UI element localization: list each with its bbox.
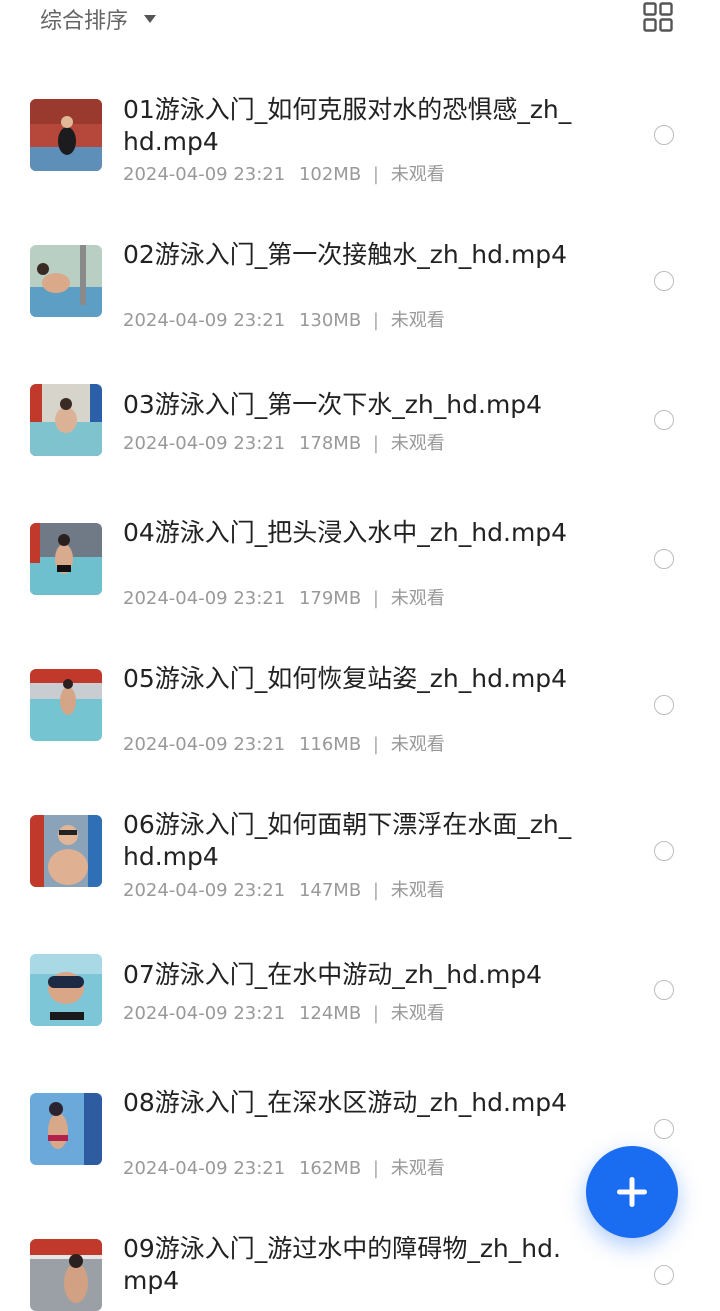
video-thumbnail: [30, 669, 102, 741]
file-title: 07游泳入门_在水中游动_zh_hd.mp4: [123, 960, 543, 989]
select-radio[interactable]: [654, 549, 674, 569]
video-thumbnail: [30, 99, 102, 171]
watch-status: 未观看: [390, 880, 445, 901]
file-size: 179MB: [298, 588, 362, 609]
separator: |: [372, 433, 379, 454]
file-size: 102MB: [298, 164, 362, 185]
file-title: 09游泳入门_游过水中的障碍物_zh_hd.mp4: [123, 1234, 561, 1295]
select-radio[interactable]: [654, 125, 674, 145]
video-thumbnail: [30, 1239, 102, 1311]
file-size: 147MB: [298, 880, 362, 901]
video-thumbnail: [30, 954, 102, 1026]
select-radio[interactable]: [654, 841, 674, 861]
video-thumbnail: [30, 1093, 102, 1165]
sort-dropdown[interactable]: 综合排序: [40, 3, 157, 35]
select-radio[interactable]: [654, 1265, 674, 1285]
file-date: 2024-04-09 23:21: [123, 1158, 286, 1179]
select-radio[interactable]: [654, 1119, 674, 1139]
select-radio[interactable]: [654, 695, 674, 715]
video-thumbnail: [30, 384, 102, 456]
file-meta: 2024-04-09 23:21 130MB | 未观看: [123, 306, 445, 332]
file-meta: 2024-04-09 23:21 102MB | 未观看: [123, 160, 445, 186]
separator: |: [372, 164, 379, 185]
separator: |: [372, 588, 379, 609]
separator: |: [372, 1158, 379, 1179]
file-meta: 2024-04-09 23:21 179MB | 未观看: [123, 584, 445, 610]
file-date: 2024-04-09 23:21: [123, 433, 286, 454]
file-meta: 2024-04-09 23:21 162MB | 未观看: [123, 1154, 445, 1180]
file-date: 2024-04-09 23:21: [123, 880, 286, 901]
file-title: 01游泳入门_如何克服对水的恐惧感_zh_hd.mp4: [123, 95, 572, 156]
file-size: 162MB: [298, 1158, 362, 1179]
file-date: 2024-04-09 23:21: [123, 310, 286, 331]
file-title: 04游泳入门_把头浸入水中_zh_hd.mp4: [123, 518, 568, 547]
file-title: 03游泳入门_第一次下水_zh_hd.mp4: [123, 390, 543, 419]
file-date: 2024-04-09 23:21: [123, 588, 286, 609]
separator: |: [372, 880, 379, 901]
watch-status: 未观看: [390, 433, 445, 454]
file-title: 05游泳入门_如何恢复站姿_zh_hd.mp4: [123, 664, 568, 693]
sort-label: 综合排序: [40, 9, 129, 34]
watch-status: 未观看: [390, 310, 445, 331]
file-title: 02游泳入门_第一次接触水_zh_hd.mp4: [123, 240, 568, 269]
add-button[interactable]: [586, 1146, 678, 1238]
top-toolbar: 综合排序: [0, 0, 720, 40]
separator: |: [372, 734, 379, 755]
file-size: 130MB: [298, 310, 362, 331]
video-thumbnail: [30, 523, 102, 595]
watch-status: 未观看: [390, 734, 445, 755]
file-meta: 2024-04-09 23:21 116MB | 未观看: [123, 730, 445, 756]
select-radio[interactable]: [654, 410, 674, 430]
file-meta: 2024-04-09 23:21 178MB | 未观看: [123, 429, 445, 455]
video-thumbnail: [30, 815, 102, 887]
video-thumbnail: [30, 245, 102, 317]
file-size: 116MB: [298, 734, 362, 755]
caret-down-icon: [144, 15, 157, 23]
grid-view-icon[interactable]: [643, 2, 673, 32]
file-size: 124MB: [298, 1003, 362, 1024]
watch-status: 未观看: [390, 588, 445, 609]
file-title: 06游泳入门_如何面朝下漂浮在水面_zh_hd.mp4: [123, 810, 572, 871]
separator: |: [372, 310, 379, 331]
file-date: 2024-04-09 23:21: [123, 1003, 286, 1024]
plus-icon: [617, 1177, 647, 1207]
select-radio[interactable]: [654, 980, 674, 1000]
file-date: 2024-04-09 23:21: [123, 734, 286, 755]
file-title: 08游泳入门_在深水区游动_zh_hd.mp4: [123, 1088, 568, 1117]
file-date: 2024-04-09 23:21: [123, 164, 286, 185]
file-meta: 2024-04-09 23:21 147MB | 未观看: [123, 876, 445, 902]
watch-status: 未观看: [390, 1003, 445, 1024]
file-meta: 2024-04-09 23:21 124MB | 未观看: [123, 999, 445, 1025]
separator: |: [372, 1003, 379, 1024]
watch-status: 未观看: [390, 164, 445, 185]
file-size: 178MB: [298, 433, 362, 454]
watch-status: 未观看: [390, 1158, 445, 1179]
select-radio[interactable]: [654, 271, 674, 291]
